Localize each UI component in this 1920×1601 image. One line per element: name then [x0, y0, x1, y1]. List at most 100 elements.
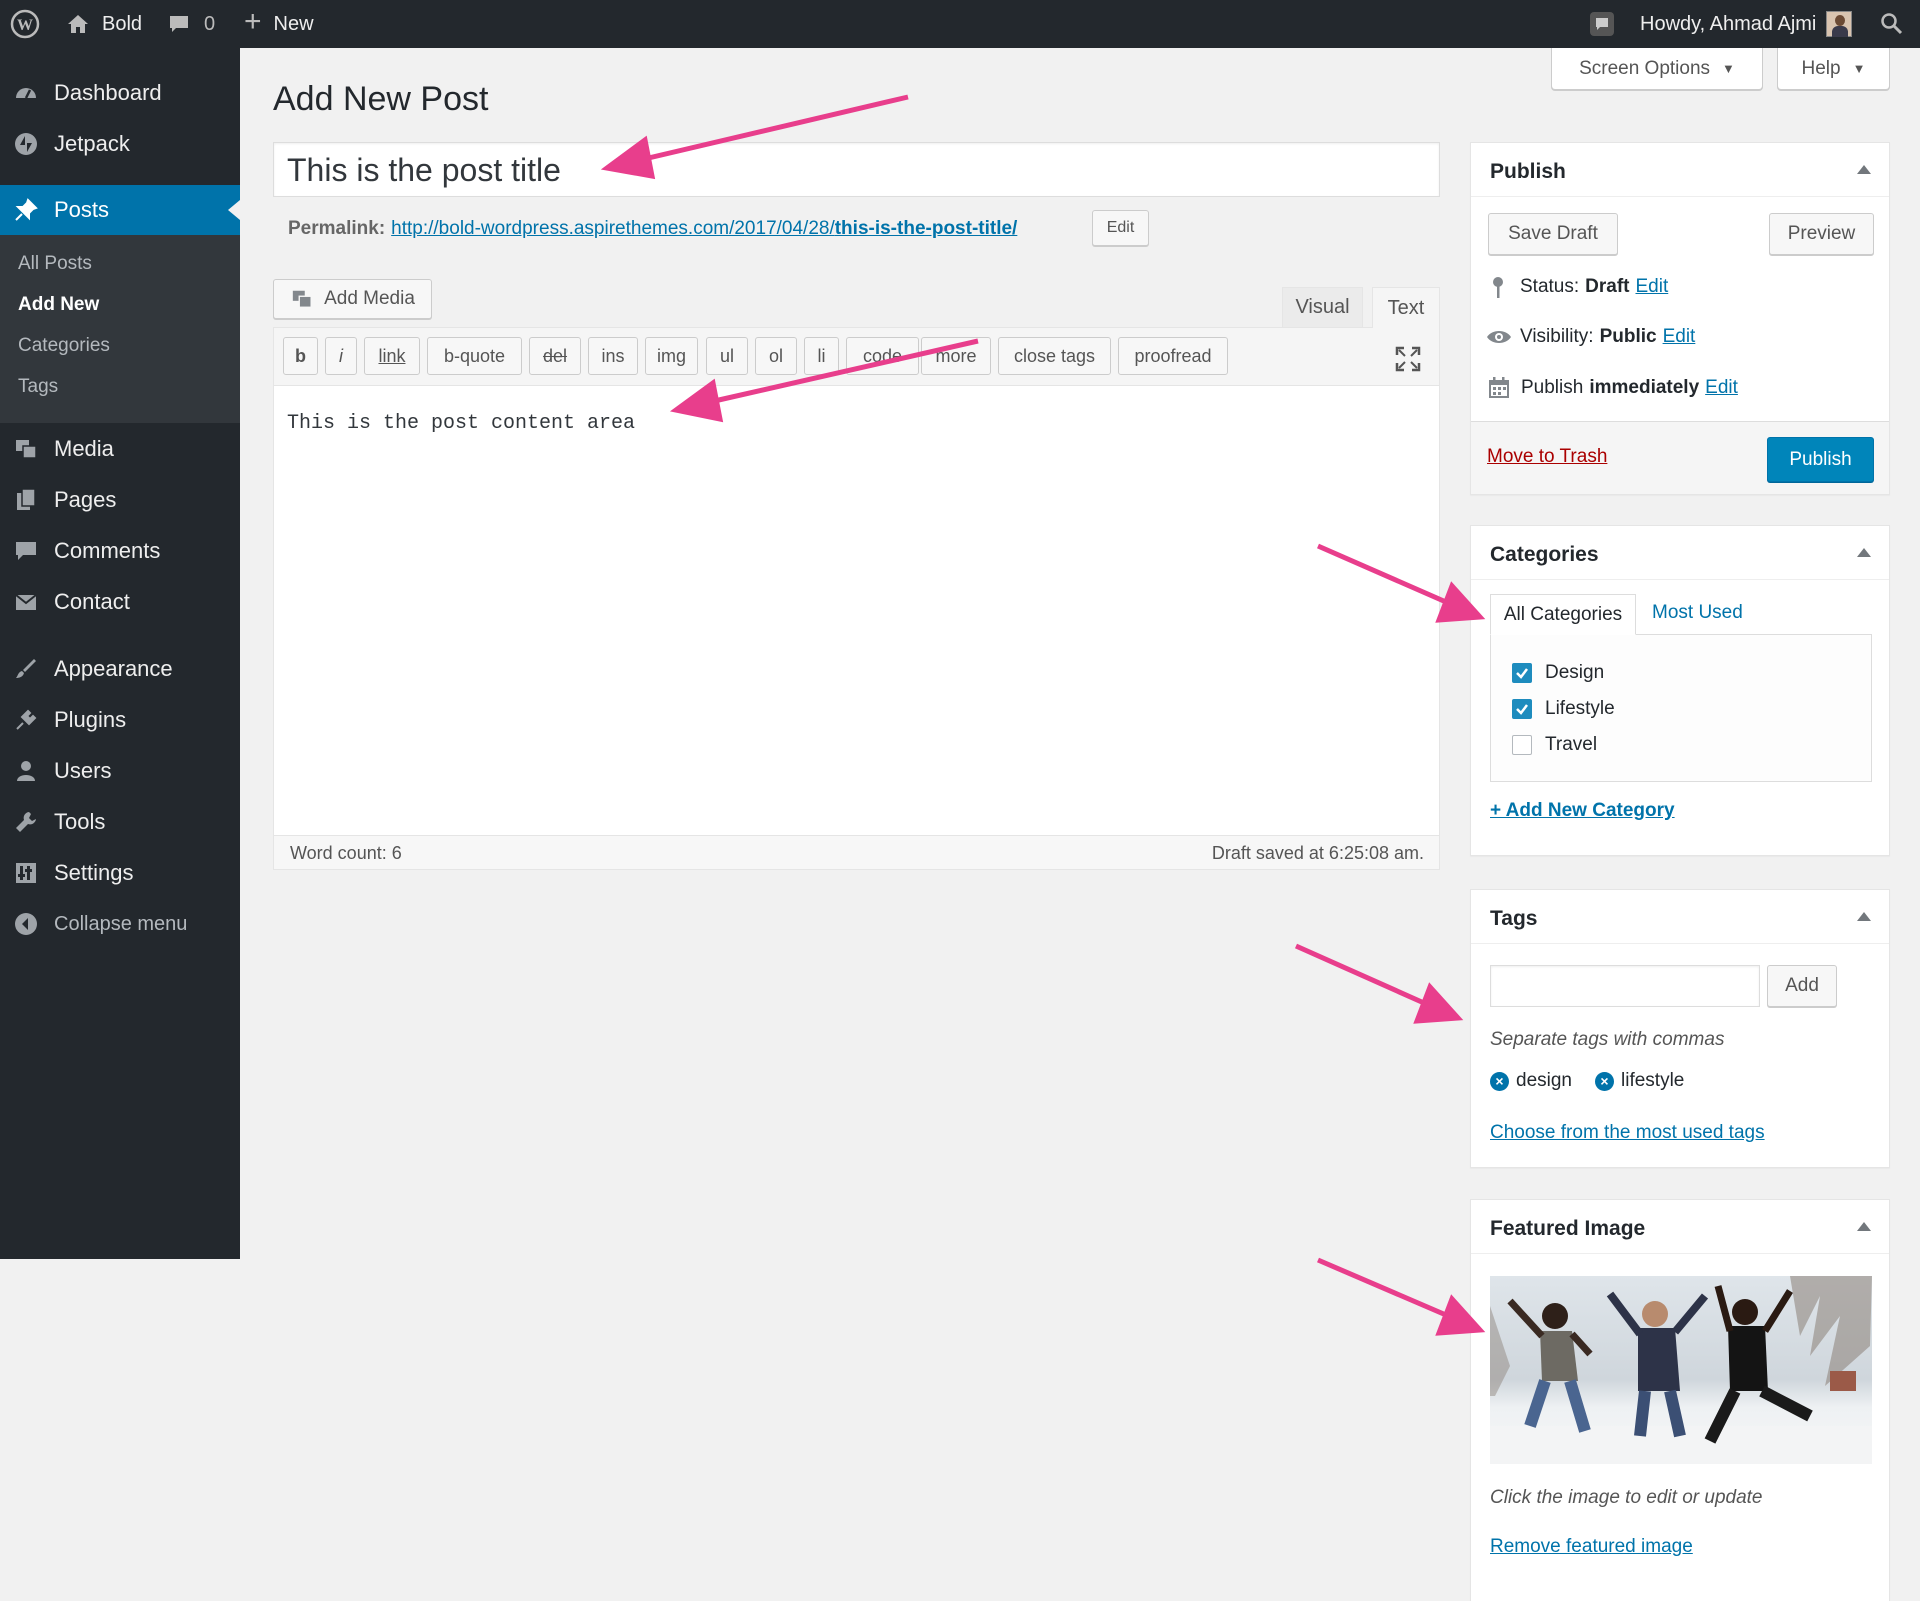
- collapse-toggle-icon[interactable]: [1857, 165, 1871, 174]
- add-media-button[interactable]: Add Media: [273, 279, 432, 319]
- tab-visual[interactable]: Visual: [1282, 287, 1363, 327]
- move-to-trash-link[interactable]: Move to Trash: [1487, 446, 1607, 468]
- menu-label: Media: [54, 436, 114, 461]
- category-item[interactable]: Travel: [1512, 734, 1597, 756]
- collapse-toggle-icon[interactable]: [1857, 912, 1871, 921]
- jetpack-icon: [15, 133, 37, 155]
- preview-button[interactable]: Preview: [1769, 213, 1874, 255]
- category-item[interactable]: Lifestyle: [1512, 698, 1615, 720]
- add-tag-button[interactable]: Add: [1767, 965, 1837, 1007]
- status-edit-link[interactable]: Edit: [1636, 276, 1669, 298]
- tab-most-used[interactable]: Most Used: [1652, 602, 1743, 624]
- permalink-slug: this-is-the-post-title/: [834, 218, 1018, 239]
- collapse-toggle-icon[interactable]: [1857, 1222, 1871, 1231]
- menu-appearance[interactable]: Appearance: [0, 644, 240, 694]
- quicktag-close-tags-button[interactable]: close tags: [998, 337, 1111, 375]
- menu-contact[interactable]: Contact: [0, 577, 240, 627]
- permalink-label: Permalink:: [288, 218, 386, 239]
- remove-tag-icon[interactable]: ×: [1490, 1071, 1509, 1091]
- menu-posts[interactable]: Posts: [0, 185, 240, 235]
- comment-icon: [16, 542, 36, 560]
- site-name-link[interactable]: Bold: [66, 0, 142, 48]
- search-icon[interactable]: [1880, 0, 1904, 48]
- checkbox-checked-icon[interactable]: [1512, 699, 1532, 719]
- site-name: Bold: [102, 12, 143, 35]
- featured-image[interactable]: [1490, 1276, 1872, 1464]
- tags-hint: Separate tags with commas: [1490, 1029, 1725, 1050]
- menu-tools[interactable]: Tools: [0, 797, 240, 847]
- dashboard-icon: [16, 88, 36, 99]
- tag-item: × design: [1490, 1070, 1572, 1092]
- menu-label: Dashboard: [54, 80, 162, 105]
- submenu-tags[interactable]: Tags: [18, 376, 58, 398]
- quicktag-img-button[interactable]: img: [645, 337, 698, 375]
- tab-text[interactable]: Text: [1372, 287, 1440, 328]
- checkbox-checked-icon[interactable]: [1512, 663, 1532, 683]
- menu-media[interactable]: Media: [0, 424, 240, 474]
- screen-options-label: Screen Options: [1579, 57, 1711, 79]
- permalink-edit-button[interactable]: Edit: [1092, 210, 1149, 246]
- save-draft-button[interactable]: Save Draft: [1488, 213, 1618, 255]
- menu-comments[interactable]: Comments: [0, 526, 240, 576]
- editor-container: This is the post content area Word count…: [273, 327, 1440, 870]
- status-row: Status: Draft Edit: [1488, 275, 1668, 299]
- help-button[interactable]: Help ▼: [1777, 48, 1890, 90]
- add-new-category-link[interactable]: + Add New Category: [1490, 800, 1675, 822]
- submenu-add-new[interactable]: Add New: [18, 294, 99, 316]
- quicktag-bold-button[interactable]: b: [283, 337, 318, 375]
- menu-pages[interactable]: Pages: [0, 475, 240, 525]
- publish-box-title: Publish: [1471, 143, 1889, 197]
- quicktag-ul-button[interactable]: ul: [706, 337, 748, 375]
- tab-all-categories[interactable]: All Categories: [1490, 594, 1636, 635]
- quicktag-ol-button[interactable]: ol: [755, 337, 797, 375]
- publish-box: Publish Save Draft Preview Status: Draft…: [1470, 142, 1890, 495]
- menu-label: Contact: [54, 589, 130, 614]
- quicktag-italic-button[interactable]: i: [325, 337, 357, 375]
- account-menu[interactable]: Howdy, Ahmad Ajmi: [1640, 0, 1853, 48]
- quicktag-proofread-button[interactable]: proofread: [1118, 337, 1228, 375]
- category-label: Lifestyle: [1545, 698, 1615, 719]
- choose-most-used-tags-link[interactable]: Choose from the most used tags: [1490, 1122, 1765, 1144]
- remove-featured-image-link[interactable]: Remove featured image: [1490, 1536, 1693, 1558]
- visibility-edit-link[interactable]: Edit: [1663, 326, 1696, 348]
- menu-settings[interactable]: Settings: [0, 848, 240, 898]
- quicktag-more-button[interactable]: more: [921, 337, 991, 375]
- permalink-link[interactable]: http://bold-wordpress.aspirethemes.com/2…: [391, 218, 1017, 240]
- menu-users[interactable]: Users: [0, 746, 240, 796]
- fullscreen-icon[interactable]: [1395, 346, 1421, 372]
- quicktag-link-button[interactable]: link: [364, 337, 420, 375]
- submenu-categories[interactable]: Categories: [18, 335, 110, 357]
- quicktag-del-button[interactable]: del: [529, 337, 581, 375]
- quicktag-ins-button[interactable]: ins: [588, 337, 638, 375]
- menu-jetpack[interactable]: Jetpack: [0, 119, 240, 169]
- collapse-menu-button[interactable]: Collapse menu: [0, 899, 240, 949]
- tag-label: lifestyle: [1621, 1070, 1685, 1091]
- collapse-toggle-icon[interactable]: [1857, 548, 1871, 557]
- checkbox-unchecked-icon[interactable]: [1512, 735, 1532, 755]
- wordpress-logo-icon[interactable]: W: [10, 0, 40, 48]
- post-title-input[interactable]: This is the post title: [273, 142, 1440, 197]
- new-tag-input[interactable]: [1490, 965, 1760, 1007]
- menu-plugins[interactable]: Plugins: [0, 695, 240, 745]
- menu-label: Plugins: [54, 707, 127, 732]
- submenu-all-posts[interactable]: All Posts: [18, 253, 92, 275]
- draft-saved-status: Draft saved at 6:25:08 am.: [1211, 843, 1424, 863]
- quicktag-li-button[interactable]: li: [804, 337, 839, 375]
- category-item[interactable]: Design: [1512, 662, 1604, 684]
- quicktag-code-button[interactable]: code: [846, 337, 919, 375]
- menu-dashboard[interactable]: Dashboard: [0, 68, 240, 118]
- comments-link[interactable]: 0: [168, 0, 215, 48]
- publish-date-edit-link[interactable]: Edit: [1705, 377, 1738, 399]
- media-icon: [292, 290, 312, 308]
- admin-sidebar: Dashboard Jetpack Posts All Posts Add Ne…: [0, 48, 240, 1259]
- post-content-textarea[interactable]: This is the post content area: [287, 412, 635, 435]
- pin-icon: [15, 198, 38, 221]
- caret-down-icon: ▼: [1852, 61, 1866, 76]
- add-media-label: Add Media: [324, 288, 415, 309]
- quicktag-bquote-button[interactable]: b-quote: [427, 337, 522, 375]
- notifications-icon[interactable]: [1588, 0, 1616, 48]
- screen-options-button[interactable]: Screen Options ▼: [1551, 48, 1763, 90]
- new-content-link[interactable]: + New: [244, 0, 314, 48]
- remove-tag-icon[interactable]: ×: [1595, 1071, 1614, 1091]
- publish-button[interactable]: Publish: [1767, 437, 1874, 482]
